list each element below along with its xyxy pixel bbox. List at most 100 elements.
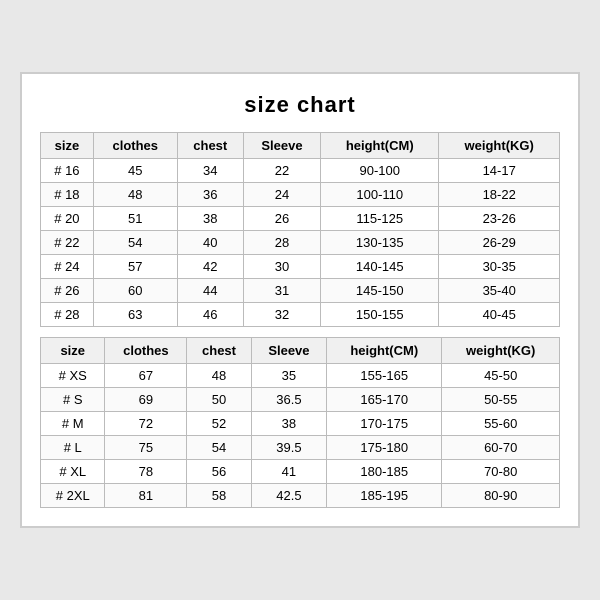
table-row: # 28634632150-15540-45: [41, 303, 560, 327]
table-cell: 45-50: [442, 364, 560, 388]
table-cell: 54: [93, 231, 177, 255]
table-cell: # 22: [41, 231, 94, 255]
table-cell: # M: [41, 412, 105, 436]
col-header: clothes: [93, 133, 177, 159]
table-cell: 57: [93, 255, 177, 279]
table-cell: 31: [243, 279, 320, 303]
table-cell: # XS: [41, 364, 105, 388]
table-cell: # 28: [41, 303, 94, 327]
table-cell: 81: [105, 484, 187, 508]
table-cell: 63: [93, 303, 177, 327]
table-cell: 36: [177, 183, 243, 207]
table-cell: # 26: [41, 279, 94, 303]
table-cell: 34: [177, 159, 243, 183]
table-cell: 28: [243, 231, 320, 255]
table-cell: 72: [105, 412, 187, 436]
table-row: # XS674835155-16545-50: [41, 364, 560, 388]
table-cell: 24: [243, 183, 320, 207]
col-header: Sleeve: [243, 133, 320, 159]
table-row: # M725238170-17555-60: [41, 412, 560, 436]
table-cell: 90-100: [321, 159, 439, 183]
table-cell: 52: [187, 412, 251, 436]
table-cell: 48: [187, 364, 251, 388]
table-cell: 51: [93, 207, 177, 231]
table-row: # S695036.5165-17050-55: [41, 388, 560, 412]
table-cell: 70-80: [442, 460, 560, 484]
table-cell: 40: [177, 231, 243, 255]
table-cell: 42: [177, 255, 243, 279]
table-cell: 69: [105, 388, 187, 412]
table-cell: # 20: [41, 207, 94, 231]
table-cell: 175-180: [327, 436, 442, 460]
table-cell: # L: [41, 436, 105, 460]
table-cell: 42.5: [251, 484, 326, 508]
table-cell: 67: [105, 364, 187, 388]
col-header: size: [41, 338, 105, 364]
table-cell: # XL: [41, 460, 105, 484]
table-cell: 75: [105, 436, 187, 460]
table-cell: 50: [187, 388, 251, 412]
size-chart-card: size chart sizeclotheschestSleeveheight(…: [20, 72, 580, 528]
size-table-1: sizeclotheschestSleeveheight(CM)weight(K…: [40, 132, 560, 327]
table-cell: 40-45: [439, 303, 560, 327]
table-cell: 130-135: [321, 231, 439, 255]
col-header: chest: [187, 338, 251, 364]
table-row: # 2XL815842.5185-19580-90: [41, 484, 560, 508]
table-cell: 100-110: [321, 183, 439, 207]
table-cell: # 18: [41, 183, 94, 207]
table-cell: 115-125: [321, 207, 439, 231]
table-cell: # 16: [41, 159, 94, 183]
col-header: Sleeve: [251, 338, 326, 364]
col-header: weight(KG): [442, 338, 560, 364]
table-row: # 26604431145-15035-40: [41, 279, 560, 303]
table-cell: 80-90: [442, 484, 560, 508]
table-cell: 41: [251, 460, 326, 484]
table1-header-row: sizeclotheschestSleeveheight(CM)weight(K…: [41, 133, 560, 159]
table-cell: 22: [243, 159, 320, 183]
table-cell: 60-70: [442, 436, 560, 460]
table-cell: 165-170: [327, 388, 442, 412]
table-cell: 155-165: [327, 364, 442, 388]
table-cell: 26: [243, 207, 320, 231]
table-cell: 150-155: [321, 303, 439, 327]
table-row: # XL785641180-18570-80: [41, 460, 560, 484]
table-cell: 48: [93, 183, 177, 207]
table-cell: 36.5: [251, 388, 326, 412]
table-cell: 30-35: [439, 255, 560, 279]
table-cell: 185-195: [327, 484, 442, 508]
table-cell: 32: [243, 303, 320, 327]
table-cell: 56: [187, 460, 251, 484]
table-cell: # 2XL: [41, 484, 105, 508]
table-cell: 78: [105, 460, 187, 484]
table-cell: 39.5: [251, 436, 326, 460]
table-cell: 50-55: [442, 388, 560, 412]
table-cell: 18-22: [439, 183, 560, 207]
table-row: # L755439.5175-18060-70: [41, 436, 560, 460]
table-cell: 35-40: [439, 279, 560, 303]
table-cell: 54: [187, 436, 251, 460]
col-header: height(CM): [327, 338, 442, 364]
table-cell: 58: [187, 484, 251, 508]
table-cell: 55-60: [442, 412, 560, 436]
table-cell: 38: [177, 207, 243, 231]
chart-title: size chart: [40, 92, 560, 118]
col-header: clothes: [105, 338, 187, 364]
table-cell: 180-185: [327, 460, 442, 484]
table-row: # 24574230140-14530-35: [41, 255, 560, 279]
table-cell: 38: [251, 412, 326, 436]
table-cell: 23-26: [439, 207, 560, 231]
table-row: # 1645342290-10014-17: [41, 159, 560, 183]
table-row: # 22544028130-13526-29: [41, 231, 560, 255]
col-header: chest: [177, 133, 243, 159]
table-cell: 14-17: [439, 159, 560, 183]
table-cell: # 24: [41, 255, 94, 279]
col-header: height(CM): [321, 133, 439, 159]
table-cell: 44: [177, 279, 243, 303]
table-cell: 46: [177, 303, 243, 327]
table-cell: 35: [251, 364, 326, 388]
table-cell: 45: [93, 159, 177, 183]
table-row: # 18483624100-11018-22: [41, 183, 560, 207]
col-header: weight(KG): [439, 133, 560, 159]
table-row: # 20513826115-12523-26: [41, 207, 560, 231]
size-table-2: sizeclotheschestSleeveheight(CM)weight(K…: [40, 337, 560, 508]
